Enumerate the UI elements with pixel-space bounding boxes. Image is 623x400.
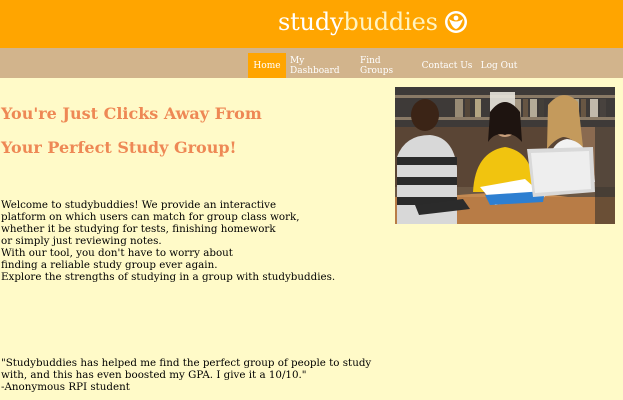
logo-text-study: study: [278, 8, 344, 36]
logo-emblem-icon: [444, 11, 467, 33]
nav-log-out[interactable]: Log Out: [480, 53, 518, 78]
logo-text-buddies: buddies: [343, 8, 438, 36]
quote-line: with, and this has even boosted my GPA. …: [1, 369, 307, 381]
intro-line: or simply just reviewing notes.: [1, 235, 162, 247]
testimonial-quote: "Studybuddies has helped me find the per…: [1, 357, 381, 393]
nav-contact-us[interactable]: Contact Us: [421, 53, 473, 78]
intro-line: platform on which users can match for gr…: [1, 211, 300, 223]
headline-line-1: You're Just Clicks Away From: [1, 104, 262, 123]
intro-paragraph: Welcome to studybuddies! We provide an i…: [1, 199, 381, 283]
quote-attribution: -Anonymous RPI student: [1, 381, 130, 393]
site-header: study buddies: [0, 0, 623, 48]
quote-line: "Studybuddies has helped me find the per…: [1, 357, 372, 369]
headline-line-2: Your Perfect Study Group!: [1, 138, 237, 157]
nav-home[interactable]: Home: [248, 53, 286, 78]
intro-line: Explore the strengths of studying in a g…: [1, 271, 336, 283]
intro-line: With our tool, you don't have to worry a…: [1, 247, 233, 259]
intro-line: whether it be studying for tests, finish…: [1, 223, 276, 235]
students-studying-photo: [395, 87, 615, 224]
intro-line: Welcome to studybuddies! We provide an i…: [1, 199, 277, 211]
site-logo[interactable]: study buddies: [278, 4, 468, 40]
nav-my-dashboard[interactable]: My Dashboard: [290, 53, 352, 78]
intro-line: finding a reliable study group ever agai…: [1, 259, 218, 271]
nav-find-groups[interactable]: Find Groups: [360, 53, 414, 78]
main-nav: Home My Dashboard Find Groups Contact Us…: [0, 48, 623, 78]
